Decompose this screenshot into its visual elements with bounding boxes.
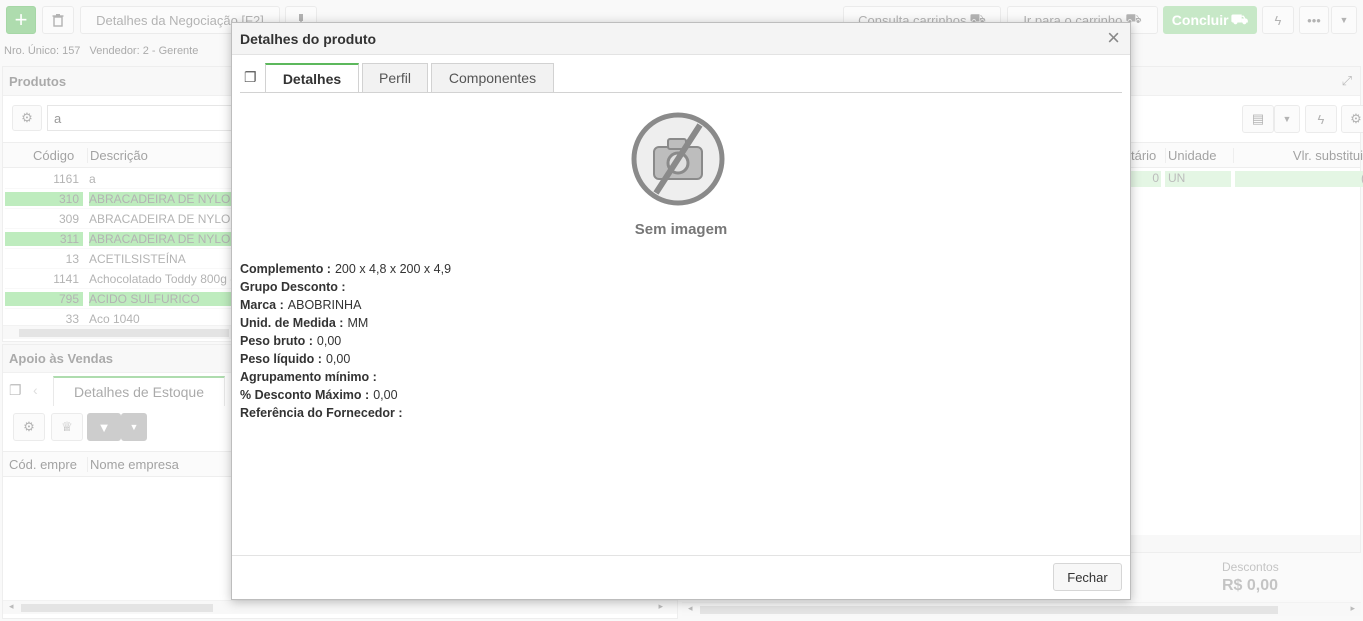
detail-label: Agrupamento mínimo : bbox=[240, 370, 377, 384]
fechar-button[interactable]: Fechar bbox=[1053, 563, 1122, 591]
detail-value: ABOBRINHA bbox=[287, 298, 362, 312]
tab-perfil-label: Perfil bbox=[379, 70, 411, 86]
detail-label: Complemento : bbox=[240, 262, 331, 276]
detail-label: Marca : bbox=[240, 298, 284, 312]
detail-value: 200 x 4,8 x 200 x 4,9 bbox=[334, 262, 452, 276]
tab-detalhes-label: Detalhes bbox=[282, 71, 342, 87]
modal-footer-divider bbox=[232, 555, 1130, 556]
detail-value: MM bbox=[347, 316, 369, 330]
no-image-text: Sem imagem bbox=[634, 221, 728, 238]
tab-detalhes[interactable]: Detalhes bbox=[265, 63, 359, 93]
detail-field: Grupo Desconto : bbox=[240, 280, 350, 294]
no-camera-icon bbox=[631, 112, 725, 206]
detail-field: Unid. de Medida : MM bbox=[240, 316, 368, 330]
fechar-label: Fechar bbox=[1067, 569, 1108, 585]
tab-perfil[interactable]: Perfil bbox=[362, 63, 428, 92]
detail-label: Grupo Desconto : bbox=[240, 280, 346, 294]
detail-value: 0,00 bbox=[373, 388, 398, 402]
detail-field: Referência do Fornecedor : bbox=[240, 406, 407, 420]
detail-field: Marca : ABOBRINHA bbox=[240, 298, 361, 312]
detail-label: Peso bruto : bbox=[240, 334, 313, 348]
tab-componentes[interactable]: Componentes bbox=[431, 63, 554, 92]
detail-field: Agrupamento mínimo : bbox=[240, 370, 381, 384]
detail-label: Referência do Fornecedor : bbox=[240, 406, 403, 420]
detail-value: 0,00 bbox=[316, 334, 342, 348]
tab-componentes-label: Componentes bbox=[448, 70, 537, 86]
detail-field: Complemento :200 x 4,8 x 200 x 4,9 bbox=[240, 262, 451, 276]
close-icon[interactable]: × bbox=[1107, 25, 1120, 51]
detail-label: % Desconto Máximo : bbox=[240, 388, 370, 402]
detail-field: % Desconto Máximo :0,00 bbox=[240, 388, 398, 402]
detail-label: Unid. de Medida : bbox=[240, 316, 344, 330]
detail-value: 0,00 bbox=[325, 352, 351, 366]
detail-field: Peso líquido :0,00 bbox=[240, 352, 350, 366]
copy-icon[interactable]: ❐ bbox=[244, 69, 257, 86]
detail-field: Peso bruto :0,00 bbox=[240, 334, 341, 348]
product-details-modal: Detalhes do produto × ❐ Detalhes Perfil … bbox=[231, 22, 1131, 600]
modal-header: Detalhes do produto × bbox=[232, 23, 1130, 55]
tabs-divider bbox=[240, 92, 1122, 93]
detail-label: Peso líquido : bbox=[240, 352, 322, 366]
modal-title: Detalhes do produto bbox=[240, 31, 377, 47]
